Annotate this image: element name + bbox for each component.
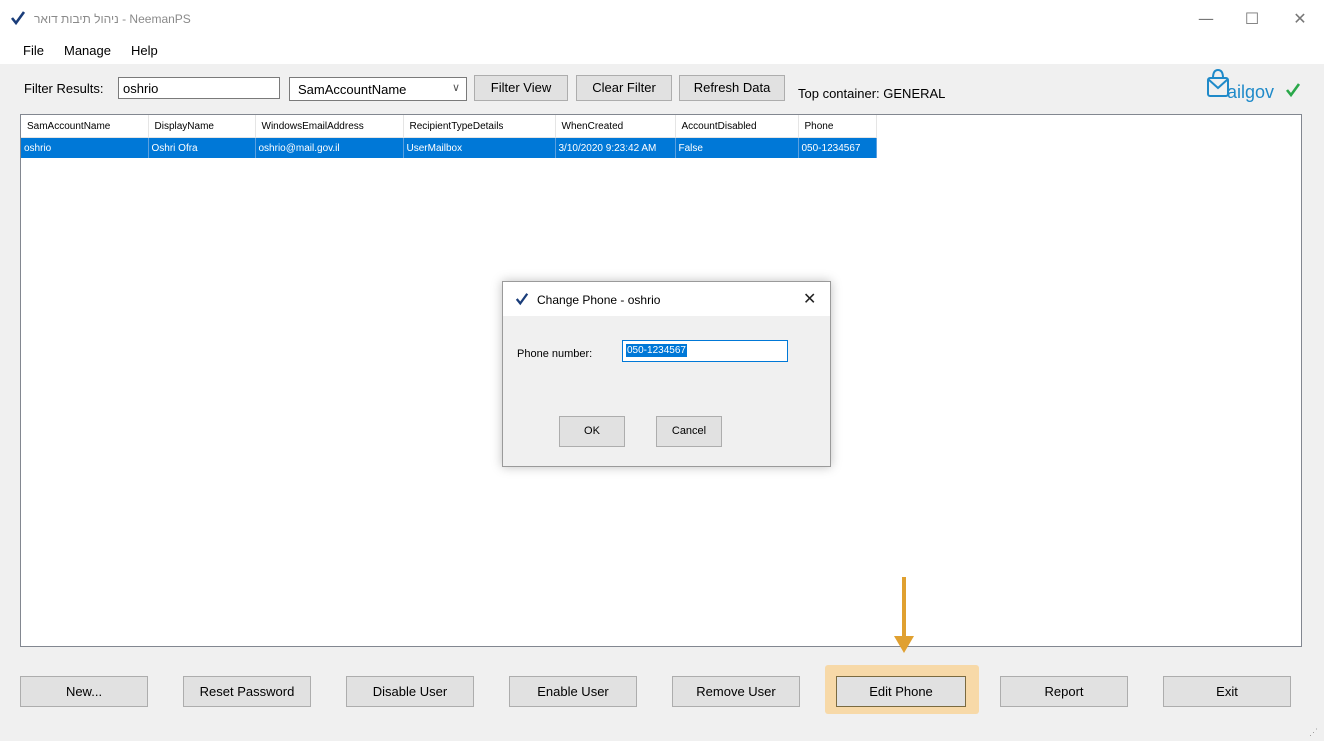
dialog-title: Change Phone - oshrio [537,293,661,307]
table-header-row: SamAccountName DisplayName WindowsEmailA… [21,115,877,138]
column-header[interactable]: Phone [798,115,877,138]
new-button[interactable]: New... [20,676,148,707]
filter-input[interactable] [118,77,280,99]
logo-text: ailgov [1227,82,1275,102]
column-header[interactable]: AccountDisabled [675,115,799,138]
window-title: ניהול תיבות דואר - NeemanPS [34,12,191,26]
column-header[interactable]: WhenCreated [555,115,676,138]
table-cell: UserMailbox [403,137,556,158]
maximize-button[interactable]: ☐ [1232,6,1272,32]
annotation-arrow-shaft [902,577,906,639]
column-header[interactable]: DisplayName [148,115,256,138]
edit-phone-button[interactable]: Edit Phone [836,676,966,707]
filter-field-value: SamAccountName [298,82,407,97]
disable-user-button[interactable]: Disable User [346,676,474,707]
menu-manage[interactable]: Manage [64,43,111,58]
phone-number-value: 050-1234567 [626,344,687,357]
table-cell: Oshri Ofra [148,137,256,158]
phone-number-label: Phone number: [517,348,593,360]
resize-grip-icon[interactable]: ⋰ [1309,727,1318,738]
menu-help[interactable]: Help [131,43,158,58]
app-check-icon [10,11,26,26]
remove-user-button[interactable]: Remove User [672,676,800,707]
cancel-button[interactable]: Cancel [656,416,722,447]
chevron-down-icon: ∨ [451,81,460,94]
mailgov-logo: ailgov [1207,68,1307,108]
dialog-check-icon [515,293,529,306]
minimize-button[interactable]: — [1186,6,1226,32]
column-header[interactable]: WindowsEmailAddress [255,115,404,138]
report-button[interactable]: Report [1000,676,1128,707]
column-header[interactable]: RecipientTypeDetails [403,115,556,138]
dialog-title-bar: Change Phone - oshrio ✕ [503,282,830,316]
status-bar: ⋰ [0,722,1324,741]
menu-file[interactable]: File [23,43,44,58]
reset-password-button[interactable]: Reset Password [183,676,311,707]
menu-bar: File Manage Help [0,38,1324,64]
table-row[interactable]: oshrio Oshri Ofra oshrio@mail.gov.il Use… [21,137,877,158]
table-cell: oshrio@mail.gov.il [255,137,404,158]
refresh-data-button[interactable]: Refresh Data [679,75,785,101]
logo-check-icon [1285,83,1301,98]
results-table: SamAccountName DisplayName WindowsEmailA… [21,115,877,158]
clear-filter-button[interactable]: Clear Filter [576,75,672,101]
table-cell: oshrio [21,137,149,158]
ok-button[interactable]: OK [559,416,625,447]
filter-view-button[interactable]: Filter View [474,75,568,101]
column-header[interactable]: SamAccountName [21,115,149,138]
enable-user-button[interactable]: Enable User [509,676,637,707]
table-cell: 050-1234567 [798,137,877,158]
exit-button[interactable]: Exit [1163,676,1291,707]
close-button[interactable]: ✕ [1280,6,1320,32]
table-cell: False [675,137,799,158]
change-phone-dialog: Change Phone - oshrio ✕ Phone number: 05… [502,281,831,467]
phone-number-field[interactable]: 050-1234567 [622,340,788,362]
table-cell: 3/10/2020 9:23:42 AM [555,137,676,158]
filter-field-select[interactable]: SamAccountName ∨ [289,77,467,101]
title-bar: ניהול תיבות דואר - NeemanPS — ☐ ✕ [0,0,1324,38]
mail-bag-icon [1207,68,1229,97]
top-container-label: Top container: GENERAL [798,86,946,101]
filter-results-label: Filter Results: [24,81,104,96]
annotation-arrow-head [894,636,914,653]
dialog-close-icon[interactable]: ✕ [803,289,816,308]
